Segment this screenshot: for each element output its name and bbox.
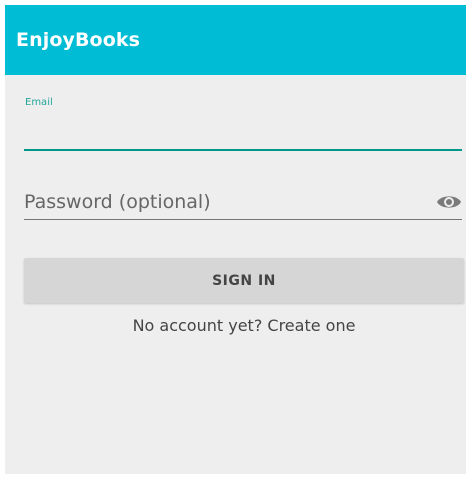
password-field[interactable] (24, 185, 462, 220)
app-title: EnjoyBooks (16, 29, 140, 51)
eye-icon[interactable] (435, 191, 463, 213)
app-bar: EnjoyBooks (5, 5, 466, 75)
email-label: Email (25, 97, 53, 108)
sign-in-button[interactable]: SIGN IN (24, 258, 464, 303)
create-account-link[interactable]: No account yet? Create one (24, 316, 464, 335)
screen: EnjoyBooks Email SIGN IN No account yet?… (0, 0, 471, 479)
login-screen: EnjoyBooks Email SIGN IN No account yet?… (5, 5, 466, 474)
email-field[interactable] (24, 113, 462, 151)
